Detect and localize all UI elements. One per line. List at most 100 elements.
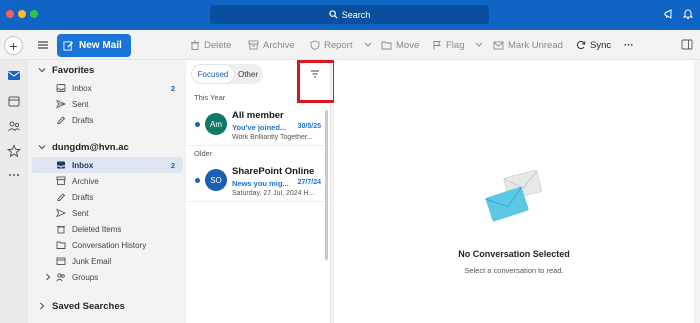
archive-button[interactable]: Archive: [248, 38, 295, 52]
filter-icon[interactable]: [310, 69, 320, 79]
chevron-down-icon[interactable]: [363, 41, 373, 49]
flag-icon: [433, 41, 441, 50]
folder-label: Inbox: [72, 160, 94, 170]
bell-icon[interactable]: [682, 8, 694, 20]
sidebar-toggle-icon[interactable]: [681, 39, 693, 50]
minimize-window-button[interactable]: [18, 10, 26, 18]
sync-label: Sync: [590, 39, 612, 51]
empty-state-title: No Conversation Selected: [458, 249, 570, 259]
title-bar: Search: [0, 0, 700, 30]
inbox-icon: [56, 84, 66, 92]
trash-icon: [191, 40, 199, 50]
chevron-right-icon[interactable]: [38, 302, 46, 310]
message-subject: You've joined...: [232, 123, 287, 132]
search-box[interactable]: Search: [210, 5, 489, 24]
empty-state-subtitle: Select a conversation to read.: [464, 266, 564, 275]
new-mail-label: New Mail: [79, 40, 122, 51]
mail-icon[interactable]: [7, 68, 21, 82]
send-icon: [56, 99, 66, 109]
zoom-window-button[interactable]: [30, 10, 38, 18]
unread-indicator: [195, 178, 200, 183]
folder-item-junk[interactable]: Junk Email: [32, 253, 183, 269]
tab-other[interactable]: Other: [234, 65, 262, 83]
avatar-initials: Am: [210, 119, 222, 129]
report-label: Report: [324, 39, 353, 51]
inbox-icon: [57, 161, 65, 169]
megaphone-icon[interactable]: [663, 8, 675, 20]
folder-item-conversation-history[interactable]: Conversation History: [32, 237, 183, 253]
folder-label: Sent: [72, 208, 89, 218]
star-icon[interactable]: [7, 144, 21, 158]
groups-icon: [56, 273, 65, 282]
folder-label: Sent: [72, 99, 89, 109]
inbox-tabs: Focused Other: [191, 64, 263, 84]
flag-button[interactable]: Flag: [432, 38, 484, 52]
favorites-item-sent[interactable]: Sent: [32, 96, 183, 112]
scrollbar-thumb[interactable]: [325, 110, 328, 260]
add-account-button[interactable]: +: [4, 36, 23, 55]
folder-label: Drafts: [72, 192, 94, 202]
command-toolbar: + New Mail Delete Archive Report Move Fl…: [0, 30, 700, 60]
message-list: Focused Other This Year Am All member Yo…: [186, 60, 331, 323]
hamburger-menu-icon[interactable]: [37, 39, 49, 51]
chevron-down-icon[interactable]: [38, 143, 46, 151]
message-item[interactable]: SO SharePoint Online News you mig... 27/…: [186, 160, 331, 202]
folder-icon: [56, 241, 66, 249]
chevron-right-icon[interactable]: [44, 273, 52, 281]
folder-item-deleted[interactable]: Deleted Items: [32, 221, 183, 237]
move-button[interactable]: Move: [381, 38, 419, 52]
draft-icon: [57, 193, 66, 201]
more-options-button[interactable]: ···: [624, 38, 634, 52]
people-icon[interactable]: [7, 119, 21, 133]
favorites-item-inbox[interactable]: Inbox 2: [32, 80, 183, 96]
saved-searches-group[interactable]: Saved Searches: [28, 298, 185, 314]
envelopes-illustration: [485, 170, 542, 222]
mark-unread-button[interactable]: Mark Unread: [493, 38, 563, 52]
section-this-year: This Year: [194, 93, 226, 102]
delete-button[interactable]: Delete: [190, 38, 231, 52]
folder-pane: Favorites Inbox 2 Sent Drafts dungdm@hvn…: [28, 60, 185, 323]
more-apps-icon[interactable]: [7, 168, 21, 182]
tab-focused[interactable]: Focused: [192, 65, 234, 83]
plus-icon: +: [9, 37, 18, 54]
chevron-down-icon[interactable]: [474, 41, 484, 49]
sync-icon: [576, 40, 586, 50]
unread-count: 2: [170, 83, 175, 93]
junk-icon: [56, 257, 66, 265]
trash-icon: [57, 226, 65, 234]
message-preview: Work Brilliantly Together...: [232, 134, 313, 141]
close-window-button[interactable]: [6, 10, 14, 18]
message-item[interactable]: Am All member You've joined... 30/5/25 W…: [186, 104, 331, 146]
account-group[interactable]: dungdm@hvn.ac: [28, 139, 185, 155]
calendar-icon[interactable]: [7, 94, 21, 108]
new-mail-button[interactable]: New Mail: [57, 34, 131, 57]
unread-count: 2: [170, 160, 175, 170]
folder-label: Junk Email: [72, 256, 112, 266]
folder-label: Conversation History: [72, 240, 147, 250]
sync-button[interactable]: Sync: [576, 38, 611, 52]
message-date: 30/5/25: [297, 123, 321, 130]
shield-icon: [310, 40, 320, 50]
folder-label: Archive: [72, 176, 99, 186]
favorites-group[interactable]: Favorites: [28, 62, 185, 78]
folder-item-groups[interactable]: Groups: [32, 269, 183, 285]
section-older: Older: [194, 149, 213, 158]
saved-searches-label: Saved Searches: [52, 300, 125, 312]
folder-item-sent[interactable]: Sent: [32, 205, 183, 221]
reading-pane: No Conversation Selected Select a conver…: [334, 60, 694, 323]
right-edge: [694, 60, 700, 323]
folder-item-drafts[interactable]: Drafts: [32, 189, 183, 205]
folder-item-archive[interactable]: Archive: [32, 173, 183, 189]
sender-name: All member: [232, 110, 284, 121]
folder-item-inbox[interactable]: Inbox 2: [32, 157, 183, 173]
archive-label: Archive: [263, 39, 295, 51]
chevron-down-icon[interactable]: [38, 66, 46, 74]
favorites-item-drafts[interactable]: Drafts: [32, 112, 183, 128]
move-label: Move: [396, 39, 420, 51]
search-label: Search: [341, 9, 371, 20]
report-button[interactable]: Report: [310, 38, 373, 52]
tab-other-label: Other: [237, 69, 258, 79]
flag-label: Flag: [446, 39, 465, 51]
avatar: SO: [205, 169, 227, 191]
folder-label: Inbox: [72, 83, 92, 93]
